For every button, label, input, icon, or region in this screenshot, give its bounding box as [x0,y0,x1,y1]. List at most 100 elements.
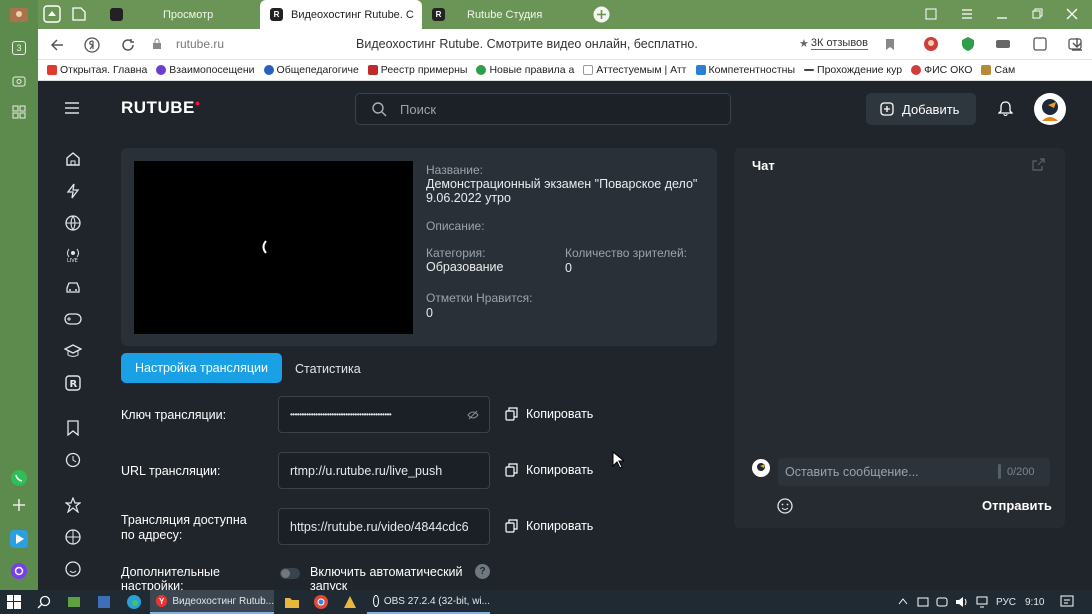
tab-rutube-studio[interactable]: R Rutube Студия [422,0,582,29]
live-icon[interactable]: LIVE [63,245,83,265]
copy-address-button[interactable]: Копировать [505,519,593,533]
yandex-icon[interactable] [84,37,100,53]
bookmark-item[interactable]: ФИС ОКО [911,64,972,76]
car-icon[interactable] [63,277,83,297]
smile-nav-icon[interactable] [63,559,83,579]
avatar-thumb-icon[interactable] [8,4,30,26]
app-icon-2[interactable] [96,594,112,610]
tray-icon-1[interactable] [916,595,930,609]
hamburger-icon[interactable] [64,101,80,115]
star-nav-icon[interactable] [63,495,83,515]
url-field[interactable]: rutube.ru [176,37,224,51]
video-preview[interactable] [134,161,413,334]
stream-address-label: Трансляция доступна по адресу: [121,513,247,542]
bookmark-item[interactable]: Новые правила а [476,64,574,76]
taskbar-item-browser[interactable]: Y Видеохостинг Rutub... [150,590,274,614]
bell-icon[interactable] [998,100,1013,116]
search-taskbar-icon[interactable] [37,595,51,609]
stream-key-field[interactable]: ••••••••••••••••••••••••••••••••••••••••… [278,396,490,433]
help-icon[interactable]: ? [475,564,490,579]
camera-icon[interactable] [8,70,30,92]
extension-1-icon[interactable] [923,36,939,52]
bookmarks-panel-icon[interactable] [925,8,937,20]
windows-start-icon[interactable] [7,595,21,609]
chat-message-input[interactable]: Оставить сообщение... 0/200 [778,458,1050,486]
whatsapp-icon[interactable] [8,467,30,489]
back-icon[interactable] [50,38,64,52]
app-icon-warning[interactable] [342,594,358,610]
edge-icon[interactable] [126,594,142,610]
stream-address-field[interactable]: https://rutube.ru/video/4844cdc6 [278,508,490,545]
bookmark-icon[interactable] [885,38,895,51]
network-icon[interactable] [975,595,989,609]
plus-icon[interactable] [8,494,30,516]
clock[interactable]: 9:10 [1025,594,1044,610]
minimize-icon[interactable] [996,8,1008,20]
bookmark-item[interactable]: Открытая. Главна [47,64,147,76]
tab-stream-settings[interactable]: Настройка трансляции [121,353,282,383]
likes-label: Отметки Нравится: [426,291,533,305]
tray-icon-2[interactable] [935,595,949,609]
extension-3-icon[interactable] [995,37,1011,51]
gamepad-icon[interactable] [63,309,83,329]
bookmark-item[interactable]: Аттестуемым | Атт [583,64,687,76]
extension-shield-icon[interactable] [960,36,976,52]
bookmark-item[interactable]: Реестр примерны [367,64,467,76]
grid-icon[interactable] [8,101,30,123]
rutube-studio-icon[interactable]: R [63,373,83,393]
folder-icon[interactable] [284,594,300,610]
name-label: Название: [426,163,483,177]
education-icon[interactable] [63,341,83,361]
notifications-icon[interactable] [1060,595,1074,609]
tab-rutube-hosting[interactable]: R Видеохостинг Rutube. С [260,0,422,29]
tray-chevron-icon[interactable] [898,597,908,605]
language-indicator[interactable]: РУС [996,594,1016,610]
copy-url-button[interactable]: Копировать [505,463,593,477]
rutube-logo[interactable]: RUTUBE● [121,98,201,118]
send-button[interactable]: Отправить [982,498,1052,513]
chrome-icon[interactable] [313,594,329,610]
browser-tab-bar: Просмотр R Видеохостинг Rutube. С R Rutu… [38,0,1092,29]
bookmark-nav-icon[interactable] [63,418,83,438]
home-icon[interactable] [63,149,83,169]
avatar[interactable] [1034,93,1066,125]
autostart-toggle[interactable] [280,568,300,579]
bookmark-item[interactable]: Прохождение кур [804,64,902,76]
globe-icon[interactable] [63,213,83,233]
workspace-badge-1[interactable]: 3 [8,37,30,59]
lightning-icon[interactable] [63,181,83,201]
svg-text:R: R [70,379,78,390]
bookmark-item[interactable]: Общепедагогиче [263,64,359,76]
reload-icon[interactable] [121,38,135,52]
alice-icon[interactable] [8,560,30,582]
stream-name: Демонстрационный экзамен "Поварское дело… [426,177,698,205]
sport-icon[interactable] [63,527,83,547]
search-input[interactable]: Поиск [355,93,731,125]
tab-group-icon[interactable] [42,4,62,24]
new-tab-button[interactable] [593,6,610,23]
add-video-button[interactable]: Добавить [866,93,976,125]
extension-4-icon[interactable] [1032,36,1048,52]
bookmark-item[interactable]: Взаимопосещени [156,64,255,76]
tab-statistics[interactable]: Статистика [295,362,361,376]
volume-icon[interactable] [955,595,969,609]
reviews-link[interactable]: ★ 3К отзывов [799,37,869,50]
download-arrow-icon[interactable] [1070,37,1084,51]
copy-key-button[interactable]: Копировать [505,407,593,421]
restore-icon[interactable] [1031,8,1043,20]
taskbar-item-obs[interactable]: OBS 27.2.4 (32-bit, wi... [367,590,490,614]
bookmark-item[interactable]: Компетентностны [695,64,795,76]
history-icon[interactable] [63,450,83,470]
emoji-icon[interactable] [777,498,793,514]
bookmark-item[interactable]: Сам [981,64,1015,76]
menu-icon[interactable] [961,8,973,20]
tab-preview[interactable]: Просмотр [100,0,258,29]
new-window-icon[interactable] [70,5,88,23]
extra-settings-label: Дополнительные настройки: [121,565,220,590]
app-icon-1[interactable] [66,594,82,610]
play-app-icon[interactable] [8,528,30,550]
eye-off-icon[interactable] [467,410,479,420]
close-window-icon[interactable] [1066,8,1078,20]
stream-url-field[interactable]: rtmp://u.rutube.ru/live_push [278,452,490,489]
popout-icon[interactable] [1032,158,1045,171]
